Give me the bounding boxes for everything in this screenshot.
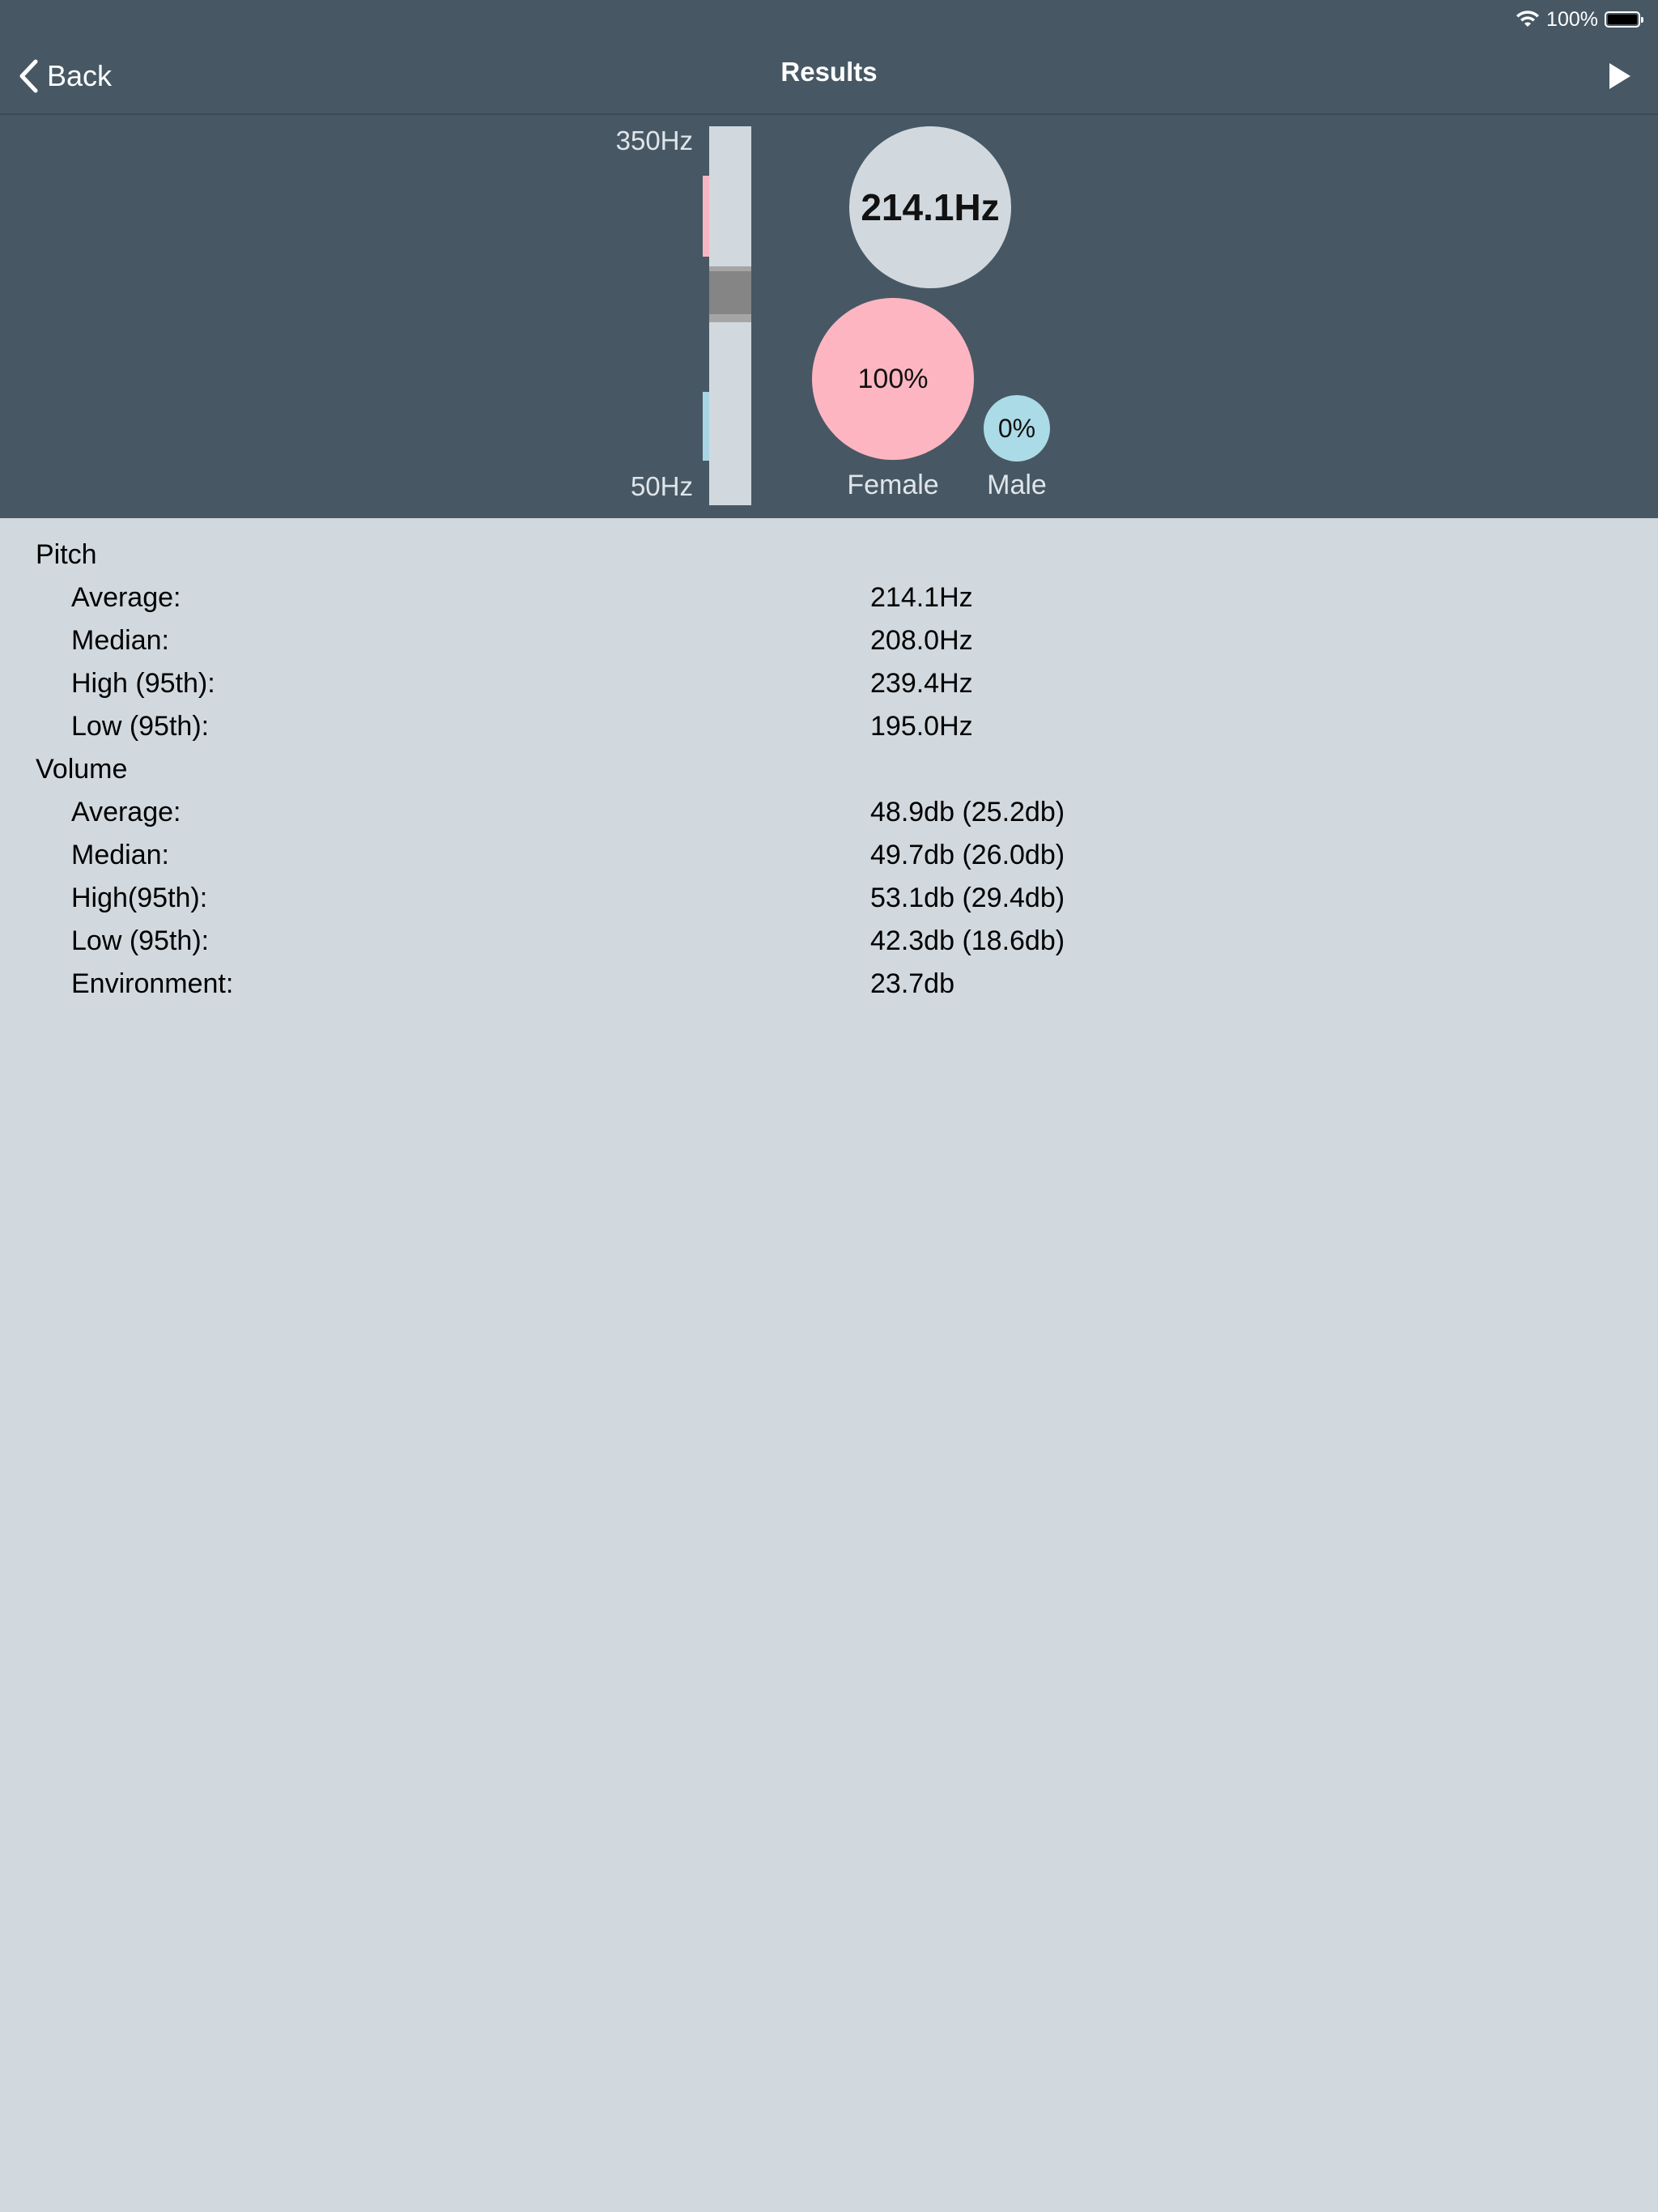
axis-bottom-label: 50Hz [630, 471, 693, 501]
results-stats: Pitch Average: 214.1Hz Median: 208.0Hz H… [0, 534, 1658, 1006]
page-title: Results [780, 57, 878, 87]
pitch-section-header: Pitch [0, 534, 1658, 577]
volume-section-header: Volume [0, 749, 1658, 792]
pitch-title: Pitch [36, 539, 97, 570]
stat-label: Average: [71, 582, 181, 613]
female-percent: 100% [857, 363, 929, 394]
stat-value: 49.7db (26.0db) [870, 840, 1065, 870]
stat-row-volume-environment: Environment: 23.7db [0, 963, 1658, 1006]
status-bar: 100% [1516, 3, 1643, 36]
stat-value: 214.1Hz [870, 582, 973, 613]
stat-label: Median: [71, 840, 169, 870]
stat-row-volume-low: Low (95th): 42.3db (18.6db) [0, 921, 1658, 963]
stat-row-pitch-high: High (95th): 239.4Hz [0, 663, 1658, 706]
average-pitch-value: 214.1Hz [861, 186, 1000, 228]
stat-label: Median: [71, 625, 169, 656]
stat-value: 195.0Hz [870, 711, 973, 742]
male-label: Male [987, 470, 1047, 500]
play-icon[interactable] [1603, 58, 1635, 94]
wifi-icon [1516, 11, 1540, 27]
nav-bar: Back Results [0, 40, 1658, 115]
battery-icon [1605, 11, 1643, 28]
stat-value: 239.4Hz [870, 668, 973, 699]
volume-title: Volume [36, 754, 128, 785]
stat-value: 23.7db [870, 968, 954, 999]
results-header: 100% Back Results 350Hz 50Hz 214.1Hz 100… [0, 0, 1658, 518]
male-percent-circle: 0% [984, 395, 1050, 462]
stat-row-volume-median: Median: 49.7db (26.0db) [0, 835, 1658, 878]
stat-row-pitch-median: Median: 208.0Hz [0, 620, 1658, 663]
stat-label: High (95th): [71, 668, 215, 699]
female-percent-circle: 100% [812, 298, 974, 460]
battery-percent: 100% [1546, 7, 1598, 31]
stat-value: 48.9db (25.2db) [870, 797, 1065, 827]
female-label: Female [847, 470, 939, 500]
average-pitch-circle: 214.1Hz [849, 126, 1011, 288]
stat-value: 208.0Hz [870, 625, 973, 656]
stat-row-pitch-average: Average: 214.1Hz [0, 577, 1658, 620]
stat-row-volume-high: High(95th): 53.1db (29.4db) [0, 878, 1658, 921]
stat-label: Average: [71, 797, 181, 827]
stat-label: Environment: [71, 968, 234, 999]
male-range-bar [703, 391, 709, 462]
stat-row-volume-average: Average: 48.9db (25.2db) [0, 792, 1658, 835]
pitch-meter [709, 126, 751, 505]
stat-label: Low (95th): [71, 711, 210, 742]
axis-top-label: 350Hz [615, 125, 693, 155]
stat-row-pitch-low: Low (95th): 195.0Hz [0, 706, 1658, 749]
stat-value: 53.1db (29.4db) [870, 883, 1065, 913]
stat-label: Low (95th): [71, 925, 210, 956]
pitch-core-band [709, 271, 751, 315]
female-range-bar [703, 175, 709, 257]
male-percent: 0% [997, 413, 1036, 443]
stat-value: 42.3db (18.6db) [870, 925, 1065, 956]
stat-label: High(95th): [71, 883, 208, 913]
